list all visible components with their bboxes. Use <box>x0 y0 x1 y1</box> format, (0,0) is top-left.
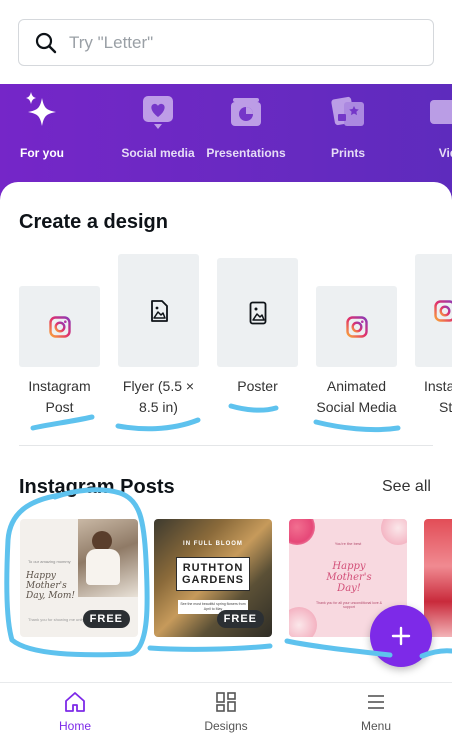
nav-label: Designs <box>204 719 248 733</box>
template-script-text: Happy Mother's Day, Mom! <box>26 571 75 601</box>
template-thumbnail-mothers-day[interactable]: To our amazing mommy Happy Mother's Day,… <box>20 519 138 637</box>
create-design-title: Create a design <box>19 211 168 233</box>
search-input[interactable]: Try "Letter" <box>18 19 434 66</box>
heart-bubble-icon <box>143 96 173 129</box>
nav-designs[interactable]: Designs <box>151 683 301 737</box>
free-badge: FREE <box>82 610 130 628</box>
instagram-icon <box>345 315 368 338</box>
design-card-instagram-post[interactable] <box>19 286 100 367</box>
home-icon <box>65 692 85 712</box>
category-for-you[interactable]: For you <box>0 84 84 184</box>
template-caption: You're the best <box>334 541 362 546</box>
template-caption: To our amazing mommy <box>28 559 71 564</box>
design-label-instagram-story: Insta St <box>424 378 452 415</box>
nav-home[interactable]: Home <box>0 683 150 737</box>
category-label: Prints <box>330 146 365 160</box>
category-label: Presentations <box>206 146 286 160</box>
create-fab-button[interactable] <box>370 605 432 667</box>
instagram-icon <box>434 299 452 322</box>
search-icon <box>35 32 57 54</box>
category-label: For you <box>20 146 64 160</box>
design-card-animated-social[interactable] <box>316 286 397 367</box>
design-card-instagram-story[interactable] <box>415 254 452 367</box>
sparkle-icon <box>26 92 56 126</box>
design-label-flyer: Flyer (5.5 × 8.5 in) <box>122 378 195 415</box>
photo-figure <box>92 531 112 551</box>
design-card-poster[interactable] <box>217 258 298 367</box>
bottom-nav: Home Designs Menu <box>0 682 452 737</box>
designs-grid-icon <box>216 692 236 712</box>
section-divider <box>19 445 433 446</box>
template-thumbnail-gardens[interactable]: IN FULL BLOOM RUTHTON GARDENS See the mo… <box>154 519 272 637</box>
category-label: Vid <box>438 146 452 160</box>
instagram-posts-title: Instagram Posts <box>19 476 175 498</box>
category-presentations[interactable]: Presentations <box>196 84 296 184</box>
menu-icon <box>368 695 384 709</box>
category-prints[interactable]: Prints <box>306 84 390 184</box>
see-all-link[interactable]: See all <box>382 478 431 496</box>
template-title-box: RUTHTON GARDENS <box>176 557 250 591</box>
flower-decoration <box>289 607 317 637</box>
instagram-icon <box>48 315 71 338</box>
design-label-instagram-post: Instagram Post <box>28 378 91 415</box>
plus-icon <box>391 626 411 646</box>
template-script-text: Happy Mother's Day! <box>326 561 372 594</box>
search-placeholder: Try "Letter" <box>69 33 154 52</box>
nav-menu[interactable]: Menu <box>301 683 451 737</box>
prints-icon <box>331 96 364 126</box>
search-bar: Try "Letter" <box>0 0 452 84</box>
presentation-chart-icon <box>231 98 261 126</box>
design-card-flyer[interactable] <box>118 254 199 367</box>
free-badge: FREE <box>216 610 264 628</box>
category-video[interactable]: Vid <box>418 84 452 184</box>
template-heading: IN FULL BLOOM <box>183 541 243 547</box>
design-label-poster: Poster <box>237 378 278 394</box>
video-icon <box>430 100 452 124</box>
design-label-animated-social: Animated Social Media <box>316 378 397 415</box>
nav-label: Menu <box>360 719 392 733</box>
photo-figure <box>86 549 120 585</box>
nav-label: Home <box>58 719 91 733</box>
poster-icon <box>249 301 266 324</box>
flyer-icon <box>150 299 168 322</box>
